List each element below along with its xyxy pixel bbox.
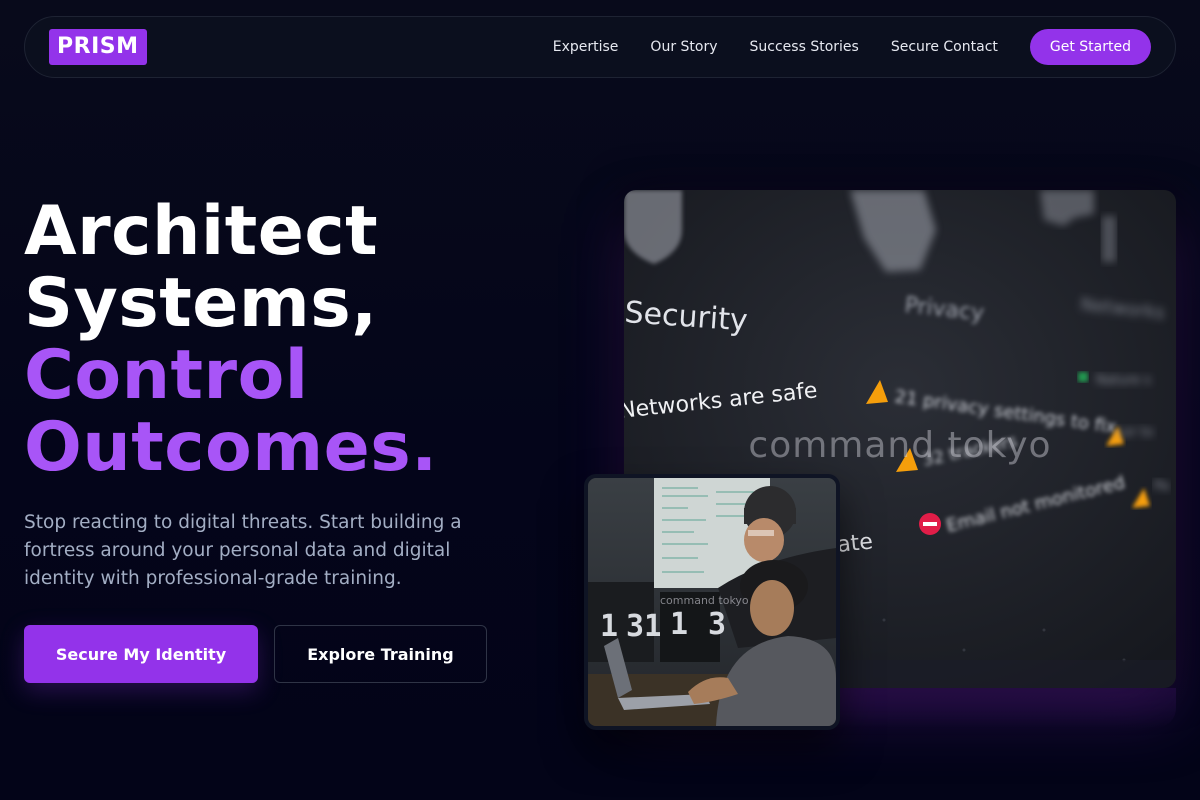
- check-icon: [1078, 372, 1088, 382]
- hero-description: Stop reacting to digital threats. Start …: [24, 512, 462, 589]
- nav-link-expertise[interactable]: Expertise: [553, 39, 619, 55]
- brand-logo[interactable]: PRISM: [49, 29, 147, 65]
- nav-link-secure-contact[interactable]: Secure Contact: [891, 39, 998, 55]
- hero-title-line-2: Systems,: [24, 264, 378, 343]
- image-watermark: command tokyo: [748, 425, 1052, 466]
- nav-links: Expertise Our Story Success Stories Secu…: [553, 17, 1151, 77]
- screen-text-ate: ate: [836, 529, 874, 558]
- monitor-digit: 31: [626, 609, 662, 644]
- monitor-digit: 1: [600, 609, 618, 644]
- svg-text:Pa: Pa: [1154, 479, 1169, 494]
- nav-link-success-stories[interactable]: Success Stories: [750, 39, 859, 55]
- secure-my-identity-button[interactable]: Secure My Identity: [24, 625, 258, 683]
- top-navbar: PRISM Expertise Our Story Success Storie…: [24, 16, 1176, 78]
- nav-link-our-story[interactable]: Our Story: [650, 39, 717, 55]
- svg-text:Nature s: Nature s: [1096, 373, 1151, 388]
- hero-title-line-3: Control: [24, 336, 309, 415]
- inset-watermark: command tokyo: [660, 594, 749, 607]
- explore-training-button[interactable]: Explore Training: [274, 625, 487, 683]
- monitor-digit: 1: [670, 607, 688, 642]
- get-started-button[interactable]: Get Started: [1029, 29, 1151, 65]
- hero-title: Architect Systems, Control Outcomes.: [24, 196, 584, 484]
- monitor-digit: 3: [708, 607, 726, 642]
- team-at-computer-image: 1 31 1 3 command tokyo: [584, 474, 840, 730]
- hero-title-line-4: Outcomes.: [24, 408, 438, 487]
- hero-title-line-1: Architect: [24, 192, 379, 271]
